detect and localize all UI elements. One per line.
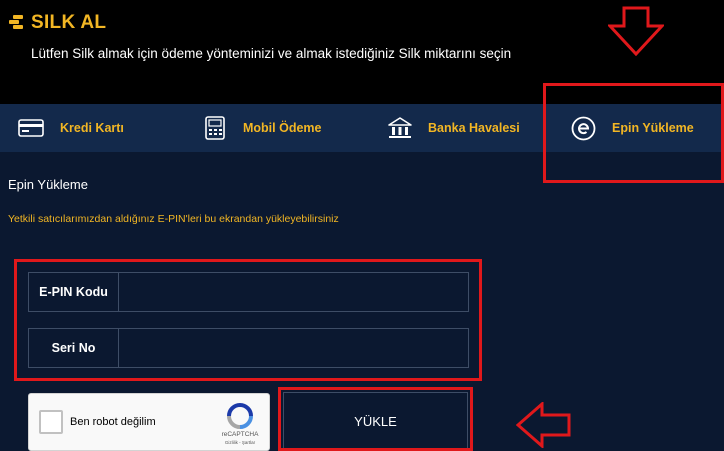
- coin-icon: [9, 15, 23, 29]
- epin-code-input[interactable]: [119, 273, 468, 311]
- serial-no-input[interactable]: [119, 329, 468, 367]
- section-title: Epin Yükleme: [8, 177, 88, 192]
- credit-card-icon: [18, 119, 44, 137]
- serial-no-row: Seri No: [28, 328, 469, 368]
- epin-code-label: E-PIN Kodu: [29, 273, 119, 311]
- tab-label: Mobil Ödeme: [243, 121, 322, 135]
- arrow-left-icon: [516, 402, 571, 448]
- tab-label: Banka Havalesi: [428, 121, 520, 135]
- tab-bank-transfer[interactable]: Banka Havalesi: [387, 104, 520, 152]
- recaptcha-brand: reCAPTCHA: [221, 431, 259, 438]
- epin-icon: [571, 116, 596, 140]
- tab-label: Epin Yükleme: [612, 121, 694, 135]
- recaptcha-links[interactable]: Gizlilik - Şartlar: [215, 440, 265, 445]
- tab-credit-card[interactable]: Kredi Kartı: [18, 104, 124, 152]
- upload-button[interactable]: YÜKLE: [283, 392, 468, 451]
- mobile-payment-icon: [205, 116, 225, 140]
- tab-mobile-payment[interactable]: Mobil Ödeme: [203, 104, 321, 152]
- page-title: SILK AL: [31, 12, 107, 33]
- recaptcha-checkbox[interactable]: [39, 410, 63, 434]
- recaptcha-label: Ben robot değilim: [70, 416, 156, 428]
- payment-tabs: Kredi Kartı Mobil Ödeme Banka Havalesi E…: [0, 104, 724, 152]
- epin-code-row: E-PIN Kodu: [28, 272, 469, 312]
- info-text: Yetkili satıcılarımızdan aldığınız E-PIN…: [8, 213, 339, 225]
- recaptcha-widget: Ben robot değilim reCAPTCHA Gizlilik - Ş…: [28, 393, 270, 451]
- serial-no-label: Seri No: [29, 329, 119, 367]
- tab-epin[interactable]: Epin Yükleme: [571, 104, 694, 152]
- bank-transfer-icon: [388, 117, 412, 138]
- recaptcha-logo-icon: [227, 403, 253, 429]
- tab-label: Kredi Kartı: [60, 121, 124, 135]
- page-subtitle: Lütfen Silk almak için ödeme yönteminizi…: [31, 46, 512, 61]
- arrow-down-icon: [608, 6, 664, 56]
